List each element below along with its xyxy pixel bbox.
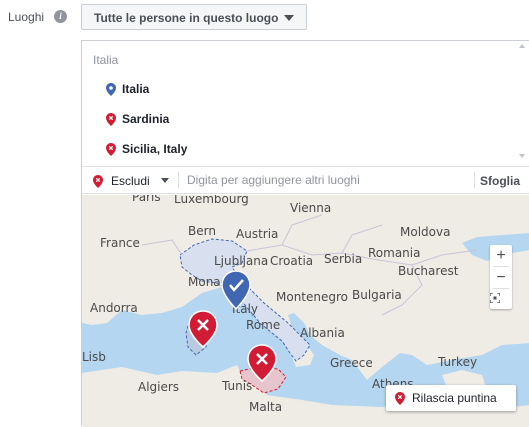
map-label-greece: Greece — [330, 356, 373, 370]
drop-pin-label: Rilascia puntina — [412, 391, 497, 405]
map-label-ljubljana: Ljubljana — [214, 254, 268, 268]
map-label-croatia: Croatia — [270, 254, 313, 268]
exclude-pin-icon — [106, 143, 116, 156]
list-item-label: Italia — [122, 82, 150, 96]
map-label-bern: Bern — [188, 224, 216, 238]
audience-type-dropdown[interactable]: Tutte le persone in questo luogo — [81, 4, 307, 30]
map-label-austria: Austria — [236, 227, 278, 241]
map-label-romania: Romania — [368, 246, 420, 260]
list-item[interactable]: Sicilia, Italy — [82, 134, 514, 164]
divider — [178, 172, 179, 188]
zoom-in-button[interactable]: + — [490, 245, 512, 266]
scroll-down-arrow-icon[interactable] — [519, 154, 525, 158]
drop-pin-button[interactable]: Rilascia puntina — [386, 385, 516, 411]
include-exclude-value: Escludi — [111, 174, 150, 188]
results-scrollbar[interactable] — [515, 41, 529, 165]
map-label-paris: Paris — [132, 195, 161, 204]
map-zoom-controls: + − — [490, 245, 512, 309]
map-label-serbia: Serbia — [324, 252, 362, 266]
locations-panel: Italia Italia Sardinia Sicilia, Italy Es… — [81, 40, 529, 427]
list-item-label: Sardinia — [122, 112, 170, 126]
location-search-input[interactable] — [187, 170, 457, 190]
map-label-moldova: Moldova — [400, 225, 450, 239]
fullscreen-button[interactable] — [490, 288, 512, 309]
map-label-algiers: Algiers — [138, 380, 179, 394]
search-results-list: Italia Italia Sardinia Sicilia, Italy — [82, 41, 529, 165]
list-item[interactable]: Italia — [82, 74, 514, 104]
browse-button[interactable]: Sfoglia — [480, 174, 520, 188]
exclude-pin-icon — [93, 175, 103, 188]
map-label-bucharest: Bucharest — [398, 264, 459, 278]
divider — [474, 172, 475, 188]
map-label-bulgaria: Bulgaria — [352, 288, 402, 302]
location-search-row: Escludi Sfoglia — [82, 166, 529, 194]
map-label-andorra: Andorra — [90, 301, 138, 315]
chevron-down-icon — [161, 178, 169, 183]
zoom-out-button[interactable]: − — [490, 267, 512, 288]
chevron-down-icon — [284, 15, 294, 21]
map-label-tunis: Tunis — [221, 379, 252, 393]
map-label-montenegro: Montenegro — [276, 290, 348, 304]
results-header: Italia — [93, 53, 119, 67]
fullscreen-icon — [490, 293, 500, 303]
map-label-vienna: Vienna — [290, 201, 331, 215]
map-label-luxembourg: Luxembourg — [174, 195, 249, 206]
locations-row: Luoghi i Tutte le persone in questo luog… — [0, 0, 529, 36]
map-label-rome: Rome — [246, 318, 280, 332]
include-pin-icon — [106, 83, 116, 96]
exclude-pin-icon — [106, 113, 116, 126]
list-item[interactable]: Sardinia — [82, 104, 514, 134]
info-icon[interactable]: i — [54, 10, 67, 23]
list-item-label: Sicilia, Italy — [122, 142, 188, 156]
map-label-turkey: Turkey — [437, 355, 477, 369]
audience-type-value: Tutte le persone in questo luogo — [94, 11, 279, 25]
location-map[interactable]: Paris Luxembourg France Bern Austria Vie… — [82, 195, 529, 427]
map-label-france: France — [100, 236, 140, 250]
exclude-pin-icon — [395, 392, 405, 405]
scroll-up-arrow-icon[interactable] — [519, 44, 525, 48]
map-label-albania: Albania — [300, 326, 345, 340]
map-label-malta: Malta — [249, 400, 282, 414]
map-label-lisb: Lisb — [82, 350, 106, 364]
locations-label: Luoghi — [8, 10, 45, 24]
include-exclude-dropdown[interactable]: Escludi — [82, 167, 177, 193]
